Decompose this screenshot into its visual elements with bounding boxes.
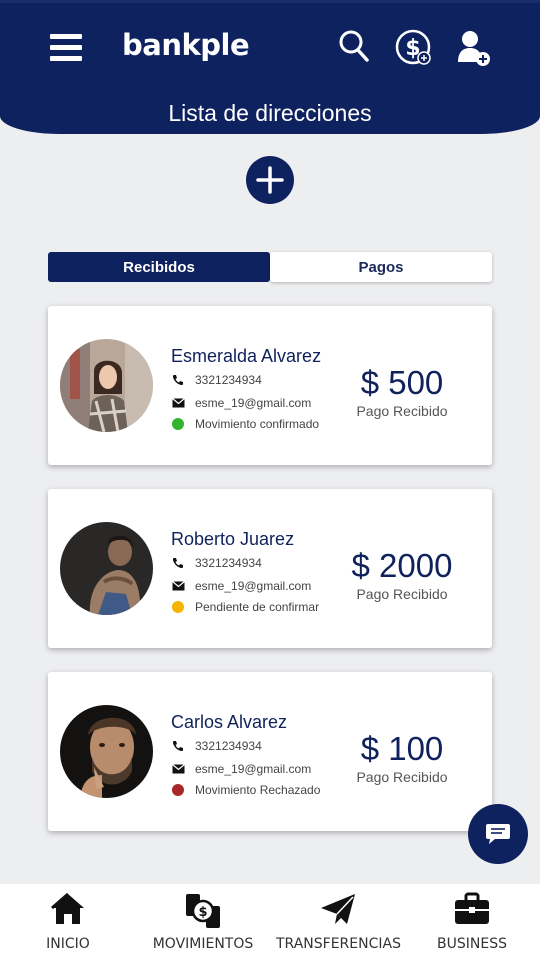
mail-icon xyxy=(171,762,185,776)
mail-icon xyxy=(171,579,185,593)
tab-recibidos[interactable]: Recibidos xyxy=(48,252,270,282)
phone-row: 3321234934 xyxy=(171,556,262,570)
home-icon xyxy=(50,892,86,931)
nav-movimientos[interactable]: $ MOVIMIENTOS xyxy=(150,884,256,960)
contact-name: Carlos Alvarez xyxy=(171,712,288,732)
contact-card[interactable]: Roberto Juarez 3321234934 esme_19@gmail.… xyxy=(48,489,492,648)
phone-icon xyxy=(171,556,185,570)
phone-number: 3321234934 xyxy=(195,556,262,570)
status-text: Movimiento confirmado xyxy=(195,417,320,431)
contact-name: Esmeralda Alvarez xyxy=(171,346,322,366)
status-row: Pendiente de confirmar xyxy=(171,600,319,614)
email-row: esme_19@gmail.com xyxy=(171,396,311,410)
avatar xyxy=(60,522,153,615)
status-row: Movimiento Rechazado xyxy=(171,783,320,797)
status-dot xyxy=(172,784,184,796)
tab-pagos[interactable]: Pagos xyxy=(270,252,492,282)
contact-card[interactable]: Carlos Alvarez 3321234934 esme_19@gmail.… xyxy=(48,672,492,831)
status-row: Movimiento confirmado xyxy=(171,417,319,431)
nav-inicio[interactable]: INICIO xyxy=(30,884,106,960)
status-text: Pendiente de confirmar xyxy=(195,600,320,614)
plus-icon xyxy=(256,166,284,194)
avatar xyxy=(60,339,153,432)
mail-icon xyxy=(171,396,185,410)
chat-icon xyxy=(486,824,510,844)
nav-business[interactable]: BUSINESS xyxy=(436,884,508,960)
page-title: Lista de direcciones xyxy=(168,100,372,126)
search-icon[interactable] xyxy=(338,29,370,68)
email-row: esme_19@gmail.com xyxy=(171,579,311,593)
email-address: esme_19@gmail.com xyxy=(195,396,312,410)
phone-number: 3321234934 xyxy=(195,373,262,387)
email-address: esme_19@gmail.com xyxy=(195,762,312,776)
phone-icon xyxy=(171,373,185,387)
nav-transferencias[interactable]: TRANSFERENCIAS xyxy=(276,884,401,960)
status-dot xyxy=(172,601,184,613)
email-address: esme_19@gmail.com xyxy=(195,579,312,593)
money-exchange-icon: $ xyxy=(184,892,222,935)
amount: $ 500 xyxy=(360,364,444,401)
email-row: esme_19@gmail.com xyxy=(171,762,311,776)
briefcase-icon xyxy=(453,892,491,931)
amount: $ 2000 xyxy=(351,547,453,584)
phone-number: 3321234934 xyxy=(195,739,262,753)
status-dot xyxy=(172,418,184,430)
amount: $ 100 xyxy=(360,730,444,767)
nav-label: TRANSFERENCIAS xyxy=(276,936,401,952)
amount-label: Pago Recibido xyxy=(356,769,448,785)
paper-plane-icon xyxy=(319,892,357,931)
status-text: Movimiento Rechazado xyxy=(195,783,321,797)
avatar xyxy=(60,705,153,798)
amount-label: Pago Recibido xyxy=(356,586,448,602)
app-header: bankple $ Lista de direcciones xyxy=(0,0,540,134)
menu-icon[interactable] xyxy=(50,34,82,62)
brand-logo: bankple xyxy=(122,28,250,62)
chat-button[interactable] xyxy=(468,804,528,864)
dollar-add-icon[interactable]: $ xyxy=(395,29,433,72)
contact-name: Roberto Juarez xyxy=(171,529,295,549)
svg-text:$: $ xyxy=(198,905,207,920)
phone-icon xyxy=(171,739,185,753)
contact-card[interactable]: Esmeralda Alvarez 3321234934 esme_19@gma… xyxy=(48,306,492,465)
nav-label: INICIO xyxy=(46,936,90,952)
amount-label: Pago Recibido xyxy=(356,403,448,419)
add-contact-button[interactable] xyxy=(246,156,294,204)
nav-label: MOVIMIENTOS xyxy=(152,936,254,952)
phone-row: 3321234934 xyxy=(171,739,262,753)
tab-bar: Recibidos Pagos xyxy=(48,252,492,282)
bottom-nav: INICIO $ MOVIMIENTOS TRANSFERENCIAS BUSI… xyxy=(0,884,540,960)
nav-label: BUSINESS xyxy=(437,936,507,952)
phone-row: 3321234934 xyxy=(171,373,262,387)
user-add-icon[interactable] xyxy=(457,29,491,72)
